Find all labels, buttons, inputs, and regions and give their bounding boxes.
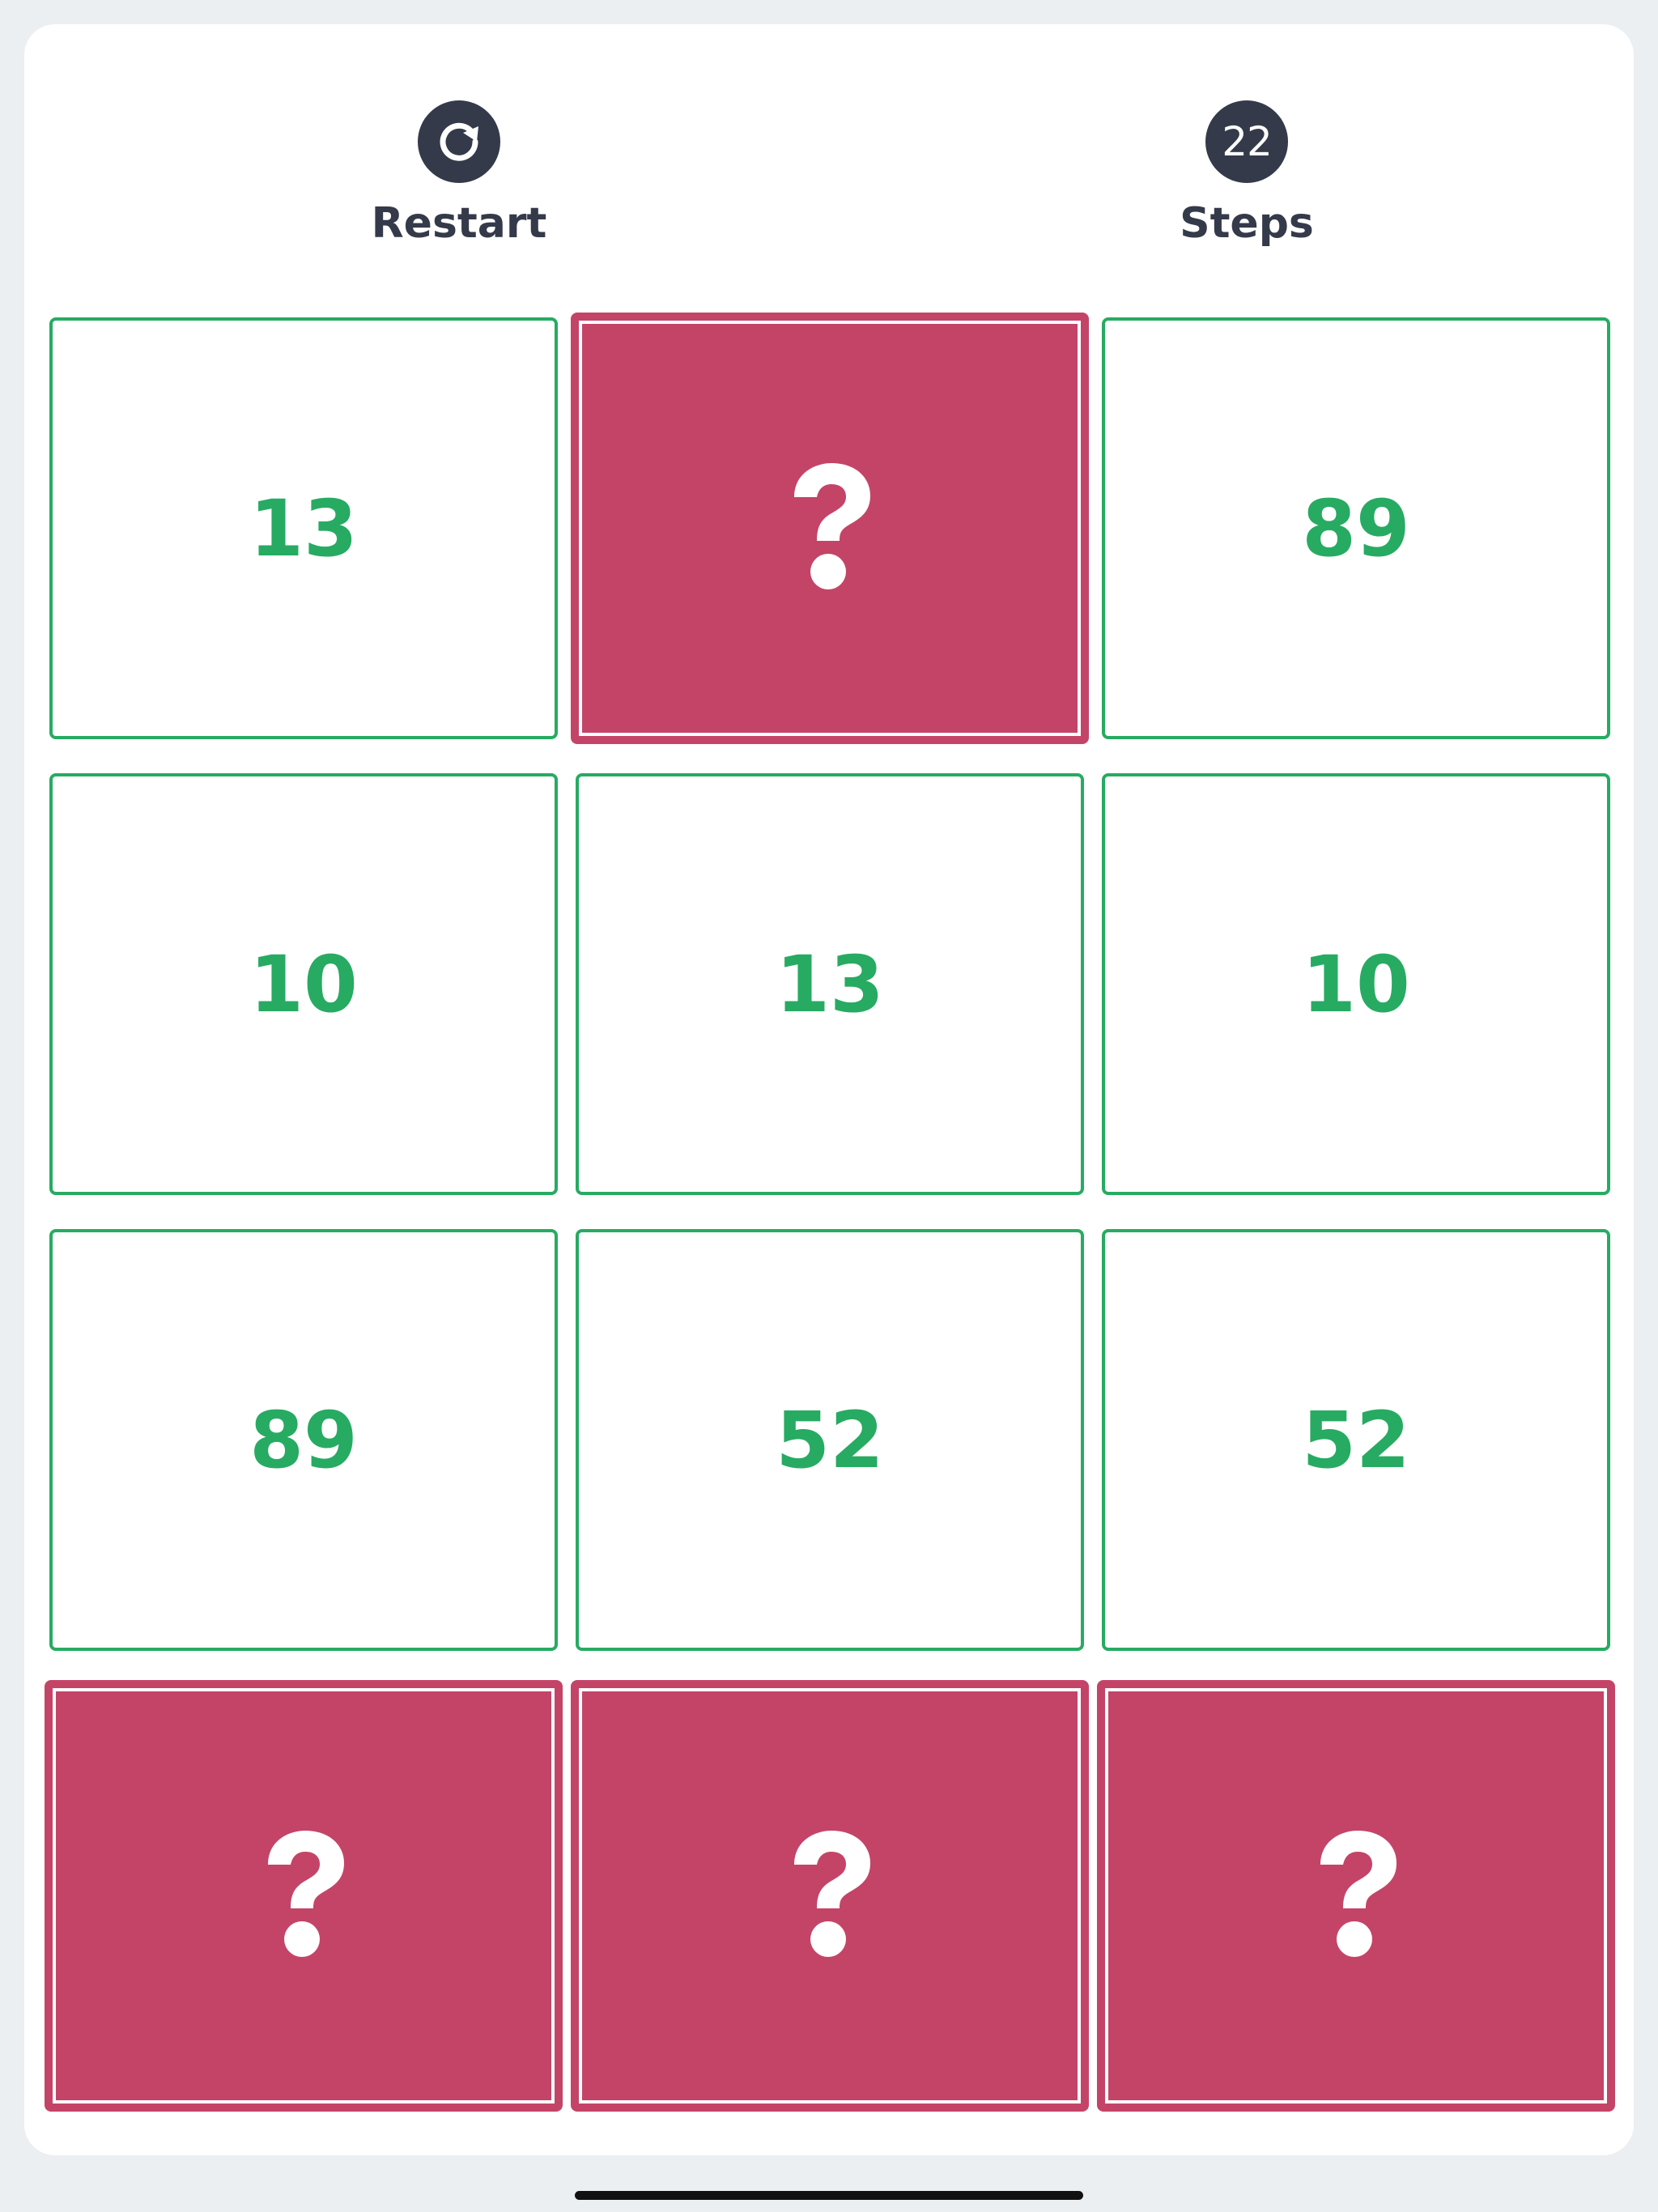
steps-count-badge: 22	[1205, 100, 1288, 183]
restart-button[interactable]: Restart	[338, 100, 580, 248]
tile-open[interactable]: 89	[49, 1229, 558, 1651]
tile-hidden[interactable]	[1097, 1680, 1615, 2112]
tile-open[interactable]: 52	[576, 1229, 1084, 1651]
home-indicator[interactable]	[575, 2191, 1083, 2200]
tile-open[interactable]: 52	[1102, 1229, 1610, 1651]
steps-label: Steps	[1180, 199, 1314, 248]
restart-label: Restart	[371, 199, 547, 248]
steps-counter: 22 Steps	[1125, 100, 1368, 248]
question-mark-icon	[268, 1830, 344, 1957]
question-mark-icon	[794, 462, 870, 589]
question-mark-icon	[1320, 1830, 1397, 1957]
tile-hidden[interactable]	[571, 313, 1089, 744]
tile-value: 13	[776, 938, 884, 1030]
tile-open[interactable]: 13	[49, 317, 558, 739]
steps-count: 22	[1222, 118, 1273, 165]
tile-value: 13	[249, 483, 358, 574]
tile-value: 89	[249, 1394, 358, 1486]
tile-value: 10	[249, 938, 358, 1030]
tile-open[interactable]: 13	[576, 773, 1084, 1195]
tile-open[interactable]: 89	[1102, 317, 1610, 739]
tile-value: 10	[1302, 938, 1410, 1030]
tile-value: 52	[1302, 1394, 1410, 1486]
tile-value: 52	[776, 1394, 884, 1486]
tile-open[interactable]: 10	[49, 773, 558, 1195]
question-mark-icon	[794, 1830, 870, 1957]
tile-hidden[interactable]	[45, 1680, 563, 2112]
restart-icon	[418, 100, 500, 183]
tile-hidden[interactable]	[571, 1680, 1089, 2112]
tile-open[interactable]: 10	[1102, 773, 1610, 1195]
tile-value: 89	[1302, 483, 1410, 574]
